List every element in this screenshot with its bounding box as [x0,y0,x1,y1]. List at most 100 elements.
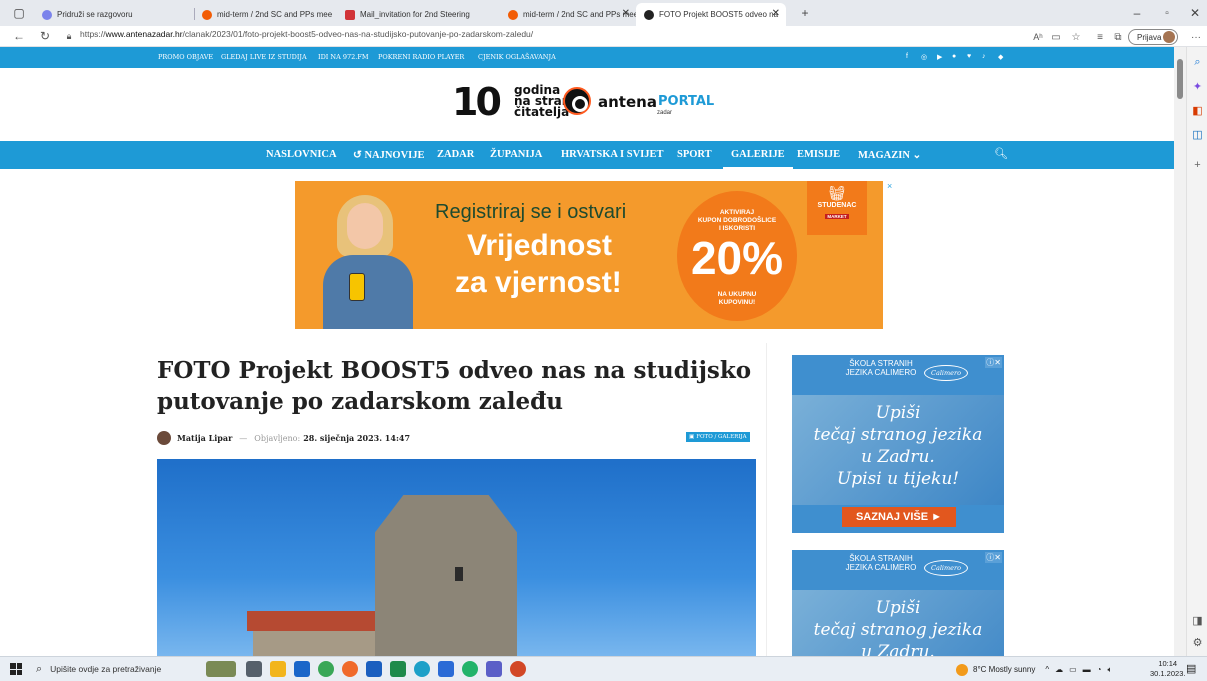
discover-icon[interactable]: ✦ [1190,79,1205,94]
top-link-cjenik[interactable]: CJENIK OGLAŠAVANJA [478,53,556,61]
store-icon[interactable] [294,661,310,677]
add-icon[interactable]: + [1190,157,1205,172]
banner-ad[interactable]: Registriraj se i ostvari Vrijednost za v… [295,181,883,329]
new-tab-icon[interactable]: + [790,0,820,26]
tab-active[interactable]: FOTO Projekt BOOST5 odveo na ✕ [636,3,786,26]
wifi-icon[interactable]: ◔ [1097,665,1102,674]
powerpoint-icon[interactable] [510,661,526,677]
file-explorer-icon[interactable] [270,661,286,677]
taskbar-search[interactable]: ⌕ Upišite ovdje za pretraživanje [36,660,196,678]
immersive-reader-icon[interactable]: ▭ [1048,29,1064,45]
lock-icon[interactable]: 🔒︎ [60,28,78,44]
twitter-icon[interactable]: ♥ [967,53,971,60]
nav-magazin[interactable]: MAGAZIN ⌄ [858,149,921,161]
nav-sport[interactable]: SPORT [677,149,712,160]
podcast-icon[interactable]: ● [952,53,956,60]
teams-icon[interactable] [486,661,502,677]
tab-actions-icon[interactable]: ▢ [4,0,34,26]
battery-icon[interactable]: ▬ [1083,665,1091,674]
nav-label: MAGAZIN [858,150,910,161]
category-badge[interactable]: ▣ FOTO / GALERIJA [686,432,750,442]
sidebar-ad-1[interactable]: ŠKOLA STRANIH JEZIKA CALIMERO Calimero ⓘ… [792,355,1004,533]
nav-emisije[interactable]: EMISIJE [797,149,840,160]
minimize-icon[interactable]: – [1122,0,1152,26]
search-highlight-icon[interactable] [206,661,236,677]
back-icon[interactable]: ← [10,28,28,44]
clock[interactable]: 10:14 30.1.2023. [1150,659,1185,679]
studenac-logo: 🧺︎ STUDENAC MARKET [807,181,867,235]
start-icon[interactable] [10,663,22,675]
web-page: PROMO OBJAVE GLEDAJ LIVE IZ STUDIJA IDI … [0,47,1174,656]
close-tab-icon[interactable]: ✕ [772,8,780,19]
collections-icon[interactable]: ⧉ [1110,29,1126,45]
top-link-live[interactable]: GLEDAJ LIVE IZ STUDIJA [221,53,307,61]
top-link-radio[interactable]: POKRENI RADIO PLAYER [378,53,464,61]
nav-zadar[interactable]: ZADAR [437,149,474,160]
nav-najnovije[interactable]: ↺ NAJNOVIJE [353,149,425,161]
chrome-icon[interactable] [318,661,334,677]
saznaj-vise-button[interactable]: SAZNAJ VIŠE ► [842,507,956,527]
favorites-list-icon[interactable]: ≡ [1092,29,1108,45]
page-scrollbar[interactable] [1174,47,1186,656]
ad-choices-icon[interactable]: ⓘ✕ [985,552,1002,563]
chrome-app-icon[interactable] [462,661,478,677]
author-name[interactable]: Matija Lipar [177,433,232,443]
scroll-thumb[interactable] [1177,59,1183,99]
edge-icon[interactable] [414,661,430,677]
word-icon[interactable] [438,661,454,677]
close-ad-icon[interactable]: × [887,181,892,191]
nav-hrvatska[interactable]: HRVATSKA I SVIJET [561,149,664,160]
house-roof [247,611,375,631]
hide-sidebar-icon[interactable]: ◨ [1190,613,1205,628]
system-tray: 8°C Mostly sunny ^ ☁ ▭ ▬ ◔ 🔈︎ [956,657,1112,681]
tab-0[interactable]: Pridruži se razgovoru [34,3,194,26]
weather-text[interactable]: 8°C Mostly sunny [973,665,1035,674]
facebook-icon[interactable]: f [906,53,908,60]
url-path: /clanak/2023/01/foto-projekt-boost5-odve… [182,29,534,39]
refresh-icon[interactable]: ↻ [36,28,54,44]
tower-window [455,567,463,581]
tab-3[interactable]: mid-term / 2nd SC and PPs mee ✕ [500,3,636,26]
settings-icon[interactable]: ⚙ [1190,635,1205,650]
nav-zupanija[interactable]: ŽUPANIJA [490,149,542,160]
clock-date: 30.1.2023. [1150,669,1186,678]
outlook-icon[interactable]: ◫ [1190,127,1205,142]
youtube-icon[interactable]: ▶ [937,53,942,61]
search-icon[interactable]: 🔍︎ [994,147,1008,160]
firefox-icon[interactable] [342,661,358,677]
display-icon[interactable]: ▭ [1069,665,1077,674]
article-photo[interactable] [157,459,756,656]
close-tab-icon[interactable]: ✕ [622,8,630,19]
top-link-fm[interactable]: IDI NA 972.FM [318,53,369,61]
globe-icon[interactable]: ◆ [998,53,1003,61]
top-link-promo[interactable]: PROMO OBJAVE [158,53,213,61]
office-icon[interactable]: ◧ [1190,103,1205,118]
tab-label: Pridruži se razgovoru [57,10,133,19]
sidebar-ad-2[interactable]: ŠKOLA STRANIH JEZIKA CALIMERO Calimero ⓘ… [792,550,1004,656]
weather-icon[interactable] [956,663,968,676]
tiktok-icon[interactable]: ♪ [982,53,986,60]
more-options-icon[interactable]: ··· [1188,29,1204,45]
nav-naslovnica[interactable]: NASLOVNICA [266,149,337,160]
outlook-icon[interactable] [366,661,382,677]
close-window-icon[interactable]: ✕ [1180,0,1207,26]
task-view-icon[interactable] [246,661,262,677]
volume-icon[interactable]: 🔈︎ [1108,665,1113,675]
read-aloud-icon[interactable]: Aʰ [1030,29,1046,45]
edge-sidebar: ⌕ ✦ ◧ ◫ + ◨ ⚙ [1186,47,1207,656]
signin-button[interactable]: Prijava [1128,29,1178,45]
onedrive-icon[interactable]: ☁ [1055,665,1063,674]
ad-choices-icon[interactable]: ⓘ✕ [985,357,1002,368]
instagram-icon[interactable]: ◎ [921,53,927,61]
tab-1[interactable]: mid-term / 2nd SC and PPs mee [194,3,337,26]
tab-2[interactable]: Mail_invitation for 2nd Steering [337,3,500,26]
favorite-icon[interactable]: ☆ [1068,29,1084,45]
search-icon[interactable]: ⌕ [1190,55,1205,70]
excel-icon[interactable] [390,661,406,677]
notifications-icon[interactable]: ▤ [1186,662,1196,675]
url-field[interactable]: https://www.antenazadar.hr/clanak/2023/0… [80,29,533,39]
nav-galerije[interactable]: GALERIJE [723,149,793,169]
restore-icon[interactable]: ▫ [1152,0,1182,26]
calimero-logo: Calimero [924,560,968,576]
tray-chevron-icon[interactable]: ^ [1045,665,1049,674]
